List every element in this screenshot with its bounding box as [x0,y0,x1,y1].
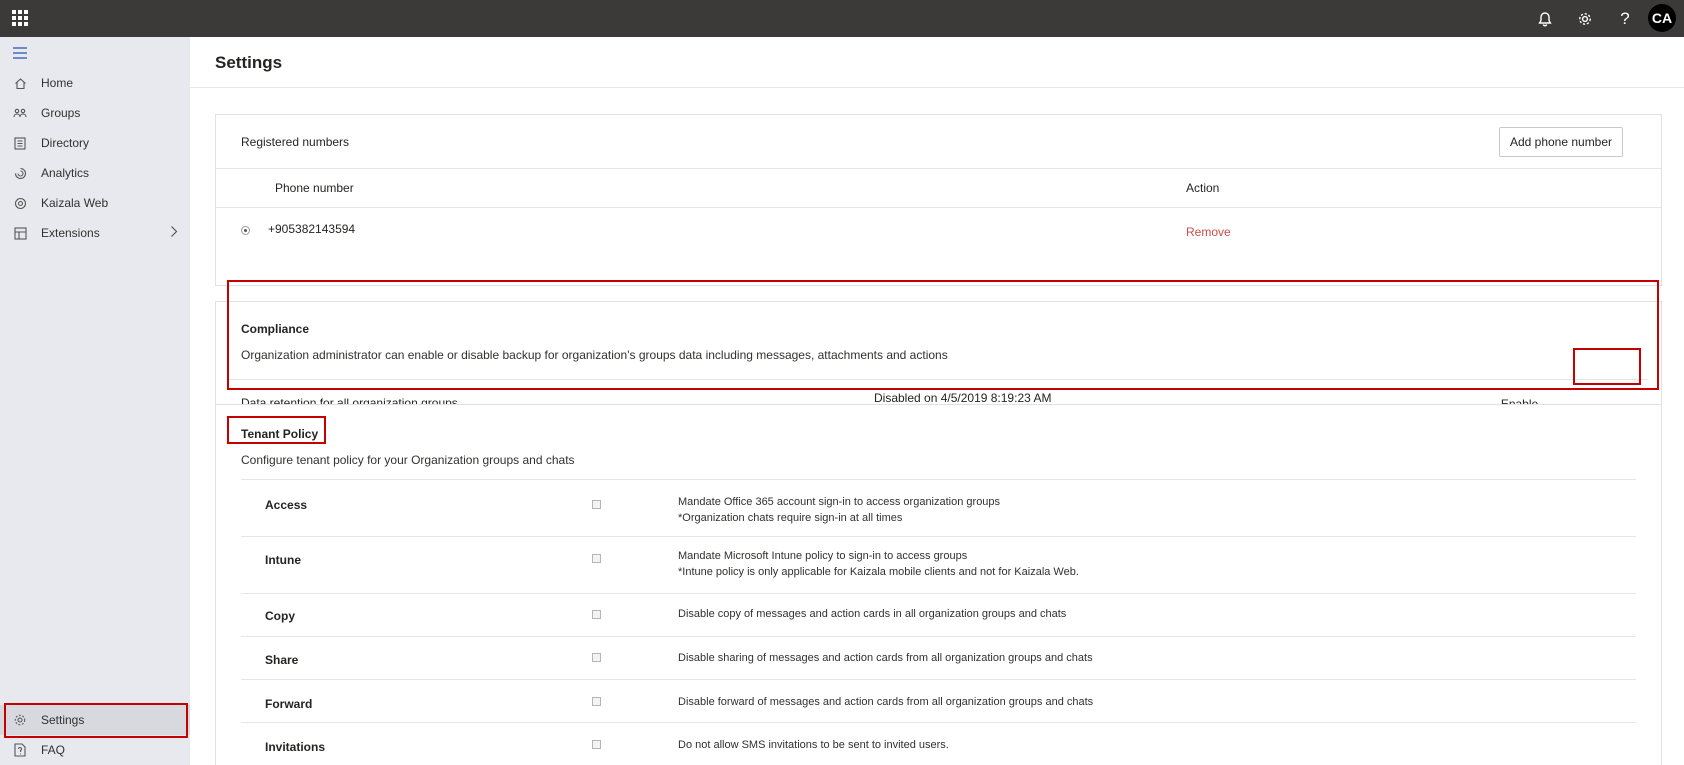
hamburger-menu-icon[interactable] [13,47,27,59]
share-policy-checkbox[interactable] [592,653,601,662]
top-bar: ? CA [0,0,1684,37]
sidebar-item-directory[interactable]: Directory [0,128,190,158]
policy-name: Intune [265,553,301,567]
sidebar-item-label: Groups [41,106,81,120]
kaizala-web-icon [12,195,28,211]
sidebar-item-groups[interactable]: Groups [0,98,190,128]
help-icon[interactable]: ? [1612,6,1638,32]
chevron-right-icon [170,225,178,241]
policy-description-line1: Mandate Office 365 account sign-in to ac… [678,496,1001,508]
policy-name: Share [265,653,299,667]
forward-policy-checkbox[interactable] [592,697,601,706]
remove-link[interactable]: Remove [1186,225,1231,239]
sidebar-item-kaizala-web[interactable]: Kaizala Web [0,188,190,218]
tenant-policy-title: Tenant Policy [241,427,319,441]
sidebar-item-faq[interactable]: FAQ [0,735,190,765]
divider [228,379,1648,380]
main-content: Settings Registered numbers Add phone nu… [190,37,1684,765]
phone-radio-button[interactable] [241,226,250,235]
extensions-icon [12,225,28,241]
bell-icon[interactable] [1532,6,1558,32]
policy-name: Forward [265,697,313,711]
policy-description-line1: Disable copy of messages and action card… [678,608,1067,620]
divider [241,536,1636,537]
tenant-policy-description: Configure tenant policy for your Organiz… [241,453,575,467]
registered-numbers-title: Registered numbers [241,135,350,149]
divider [241,593,1636,594]
policy-description-line2: *Organization chats require sign-in at a… [678,512,903,524]
phone-number-value: +905382143594 [268,222,356,236]
sidebar-item-label: Analytics [41,166,90,180]
divider [241,479,1636,480]
settings-icon [12,712,28,728]
copy-policy-checkbox[interactable] [592,610,601,619]
sidebar-item-label: Settings [41,713,85,727]
page-title: Settings [215,53,283,72]
compliance-title: Compliance [241,322,310,336]
groups-icon [12,105,28,121]
app-launcher-icon[interactable] [12,10,28,26]
column-header-phone-number: Phone number [275,181,354,195]
policy-name: Access [265,498,308,512]
divider [216,168,1661,169]
policy-description-line1: Disable sharing of messages and action c… [678,652,1093,664]
sidebar-item-label: Extensions [41,226,100,240]
intune-policy-checkbox[interactable] [592,554,601,563]
policy-description-line1: Do not allow SMS invitations to be sent … [678,739,949,751]
tenant-policy-card: Tenant Policy Configure tenant policy fo… [215,404,1662,765]
sidebar-item-settings[interactable]: Settings [0,705,190,735]
sidebar-item-label: Home [41,76,74,90]
sidebar-item-label: Directory [41,136,90,150]
directory-icon [12,135,28,151]
sidebar-item-extensions[interactable]: Extensions [0,218,190,248]
policy-description-line1: Disable forward of messages and action c… [678,696,1094,708]
sidebar-item-home[interactable]: Home [0,68,190,98]
policy-name: Copy [265,609,295,623]
divider [216,207,1661,208]
policy-description-line2: *Intune policy is only applicable for Ka… [678,566,1079,578]
sidebar-item-label: FAQ [41,743,66,757]
registered-numbers-card: Registered numbers Add phone number Phon… [215,114,1662,286]
compliance-description: Organization administrator can enable or… [241,348,948,362]
data-retention-status: Disabled on 4/5/2019 8:19:23 AM [874,391,1052,405]
policy-name: Invitations [265,740,326,754]
add-phone-number-button[interactable]: Add phone number [1499,127,1623,157]
access-policy-checkbox[interactable] [592,500,601,509]
faq-icon [12,742,28,758]
sidebar: Home Groups Directory Analytics Kaizala … [0,37,190,765]
title-divider [190,87,1684,88]
sidebar-item-analytics[interactable]: Analytics [0,158,190,188]
gear-icon[interactable] [1572,6,1598,32]
divider [241,722,1636,723]
analytics-icon [12,165,28,181]
divider [241,636,1636,637]
home-icon [12,75,28,91]
divider [241,679,1636,680]
avatar[interactable]: CA [1648,4,1676,32]
column-header-action: Action [1186,181,1220,195]
invitations-policy-checkbox[interactable] [592,740,601,749]
policy-description-line1: Mandate Microsoft Intune policy to sign-… [678,550,968,562]
sidebar-item-label: Kaizala Web [41,196,109,210]
